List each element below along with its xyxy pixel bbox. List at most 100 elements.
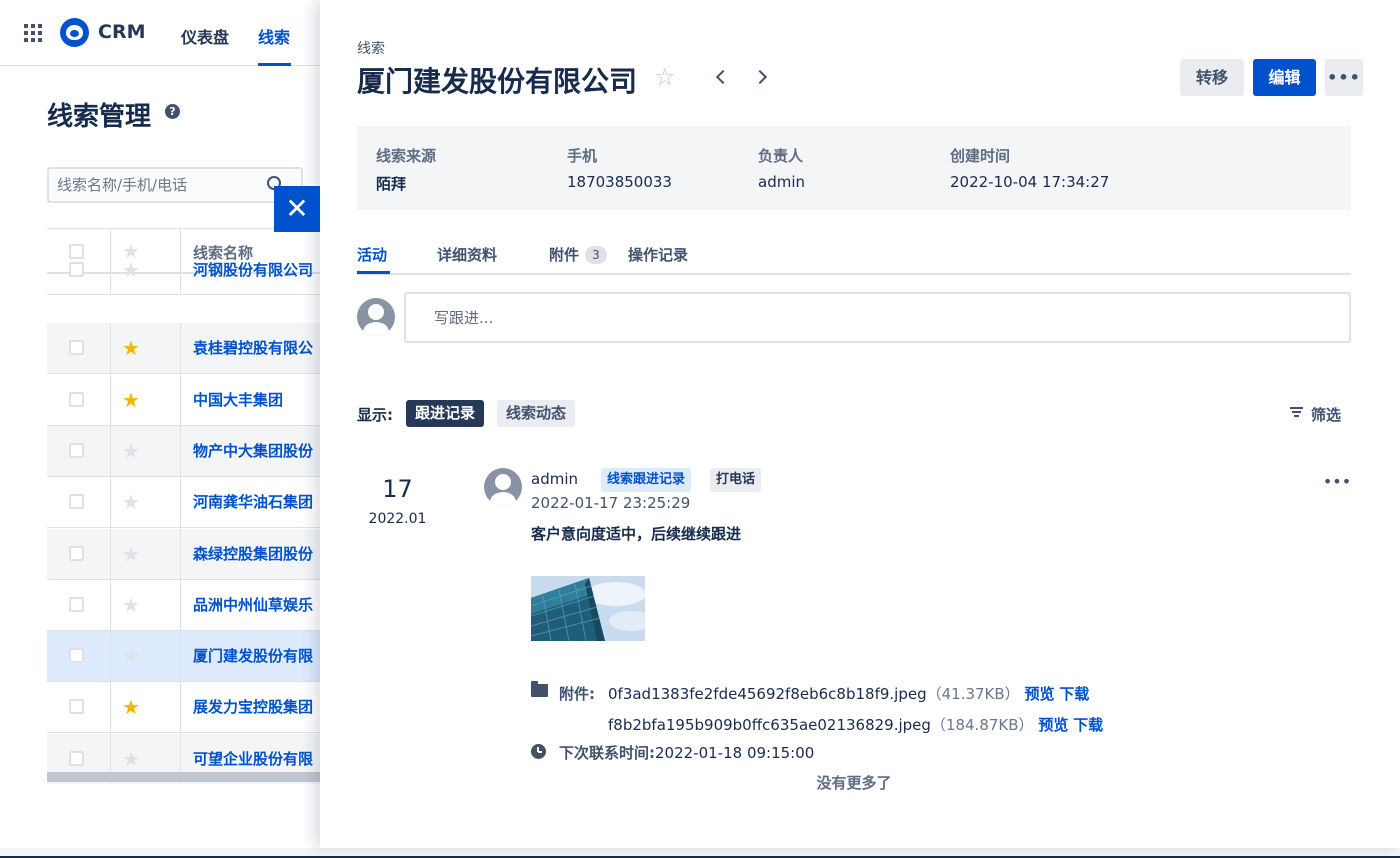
table-row[interactable]: ★ 厦门建发股份有限 bbox=[47, 631, 320, 683]
row-checkbox[interactable] bbox=[69, 494, 84, 510]
lead-name-link[interactable]: 森绿控股集团股份 bbox=[193, 543, 313, 564]
activity-time: 2022-01-17 23:25:29 bbox=[531, 494, 691, 512]
attachment-filename: 0f3ad1383fe2fde45692f8eb6c8b18f9.jpeg bbox=[608, 685, 927, 703]
search-box bbox=[47, 167, 303, 203]
star-outline-icon[interactable]: ★ bbox=[122, 260, 140, 280]
attachment-download-link[interactable]: 下载 bbox=[1073, 716, 1103, 734]
tab-operation-log[interactable]: 操作记录 bbox=[628, 244, 688, 265]
lead-name-link[interactable]: 可望企业股份有限 bbox=[193, 748, 313, 769]
table-row[interactable]: ★ 展发力宝控股集团 bbox=[47, 682, 320, 734]
activity-method-tag: 打电话 bbox=[710, 468, 762, 492]
more-actions-button[interactable]: ••• bbox=[1325, 59, 1363, 96]
row-checkbox[interactable] bbox=[69, 391, 84, 407]
select-all-checkbox[interactable] bbox=[69, 244, 84, 259]
info-label-owner: 负责人 bbox=[758, 147, 804, 165]
table-row[interactable]: ★ 河南龚华油石集团 bbox=[47, 477, 320, 529]
close-drawer-button[interactable]: ✕ bbox=[274, 186, 320, 232]
help-icon[interactable]: ? bbox=[165, 104, 180, 119]
attachments-count-badge: 3 bbox=[585, 246, 607, 264]
lead-name-link[interactable]: 河钢股份有限公司 bbox=[193, 259, 313, 280]
lead-title: 厦门建发股份有限公司 bbox=[357, 65, 638, 98]
transfer-button[interactable]: 转移 bbox=[1180, 59, 1244, 96]
activity-content: 客户意向度适中，后续继续跟进 bbox=[531, 525, 742, 543]
row-checkbox[interactable] bbox=[69, 340, 84, 356]
follow-up-input[interactable] bbox=[434, 309, 1314, 327]
star-filled-icon[interactable]: ★ bbox=[122, 697, 140, 717]
nav-active-indicator bbox=[258, 63, 291, 66]
tab-attachments[interactable]: 附件 bbox=[549, 244, 579, 265]
info-label-source: 线索来源 bbox=[376, 147, 437, 165]
row-checkbox[interactable] bbox=[69, 648, 84, 664]
star-outline-icon[interactable]: ★ bbox=[122, 595, 140, 615]
lead-detail-drawer: 线索 厦门建发股份有限公司 ☆ 转移 编辑 ••• 线索来源 陌拜 手机 187… bbox=[320, 0, 1400, 848]
lead-name-link[interactable]: 展发力宝控股集团 bbox=[193, 696, 313, 717]
row-checkbox[interactable] bbox=[69, 699, 84, 715]
star-outline-icon[interactable]: ★ bbox=[122, 544, 140, 564]
next-contact-value: 2022-01-18 09:15:00 bbox=[655, 744, 815, 762]
activity-user: admin bbox=[531, 470, 578, 488]
lead-name-link[interactable]: 袁桂碧控股有限公 bbox=[193, 337, 313, 358]
attachment-label: 附件: bbox=[559, 685, 595, 703]
close-icon: ✕ bbox=[285, 192, 309, 225]
row-checkbox[interactable] bbox=[69, 262, 84, 277]
next-contact-time: 下次联系时间:2022-01-18 09:15:00 bbox=[559, 742, 814, 763]
row-checkbox[interactable] bbox=[69, 545, 84, 561]
tab-activity[interactable]: 活动 bbox=[357, 244, 387, 265]
filter-lead-updates[interactable]: 线索动态 bbox=[497, 400, 576, 427]
star-outline-icon[interactable]: ★ bbox=[122, 441, 140, 461]
filter-icon[interactable] bbox=[1290, 407, 1303, 417]
attachment-preview-link[interactable]: 预览 bbox=[1038, 716, 1068, 734]
tab-details[interactable]: 详细资料 bbox=[437, 244, 497, 265]
row-checkbox[interactable] bbox=[69, 442, 84, 458]
activity-type-tag: 线索跟进记录 bbox=[601, 468, 692, 492]
info-label-mobile: 手机 bbox=[567, 147, 598, 165]
star-outline-icon[interactable]: ★ bbox=[122, 749, 140, 769]
crm-logo-icon[interactable] bbox=[60, 18, 89, 47]
table-row[interactable]: ★ 袁桂碧控股有限公 bbox=[47, 323, 320, 375]
attachment-item: 0f3ad1383fe2fde45692f8eb6c8b18f9.jpeg（41… bbox=[608, 683, 1089, 704]
star-filled-icon[interactable]: ★ bbox=[122, 338, 140, 358]
table-row[interactable]: ★ 河钢股份有限公司 bbox=[47, 258, 320, 295]
star-outline-icon[interactable]: ★ bbox=[122, 646, 140, 666]
row-checkbox[interactable] bbox=[69, 596, 84, 612]
nav-item-leads[interactable]: 线索 bbox=[258, 24, 290, 48]
attachment-filename: f8b2bfa195b909b0ffc635ae02136829.jpeg bbox=[608, 716, 931, 734]
tab-active-indicator bbox=[357, 271, 390, 274]
info-value-source: 陌拜 bbox=[376, 175, 407, 193]
lead-summary-panel: 线索来源 陌拜 手机 18703850033 负责人 admin 创建时间 20… bbox=[357, 126, 1351, 210]
lead-name-link[interactable]: 物产中大集团股份 bbox=[193, 440, 313, 461]
table-row[interactable]: ★ 品洲中州仙草娱乐 bbox=[47, 579, 320, 631]
attachment-preview-link[interactable]: 预览 bbox=[1024, 685, 1054, 703]
edit-button[interactable]: 编辑 bbox=[1253, 59, 1316, 96]
table-row[interactable]: ★ 森绿控股集团股份 bbox=[47, 528, 320, 580]
search-input[interactable] bbox=[57, 176, 257, 194]
attachment-thumbnail-image[interactable] bbox=[531, 576, 645, 641]
info-value-owner: admin bbox=[758, 173, 805, 191]
table-row[interactable]: ★ 中国大丰集团 bbox=[47, 374, 320, 426]
current-user-avatar bbox=[357, 298, 395, 336]
activity-more-icon[interactable]: ••• bbox=[1320, 472, 1354, 491]
info-value-created: 2022-10-04 17:34:27 bbox=[950, 173, 1110, 191]
lead-name-link[interactable]: 中国大丰集团 bbox=[193, 389, 283, 410]
app-switcher-icon[interactable] bbox=[24, 24, 42, 42]
lead-name-link[interactable]: 河南龚华油石集团 bbox=[193, 491, 313, 512]
row-checkbox[interactable] bbox=[69, 750, 84, 766]
next-lead-icon[interactable] bbox=[752, 69, 768, 85]
breadcrumb[interactable]: 线索 bbox=[357, 38, 385, 58]
lead-name-link[interactable]: 厦门建发股份有限 bbox=[193, 645, 313, 666]
star-outline-icon[interactable]: ★ bbox=[122, 492, 140, 512]
lead-name-link[interactable]: 品洲中州仙草娱乐 bbox=[193, 594, 313, 615]
detail-tabs: 活动 详细资料 附件 3 操作记录 bbox=[357, 236, 1351, 275]
previous-lead-icon[interactable] bbox=[715, 69, 731, 85]
filter-button[interactable]: 筛选 bbox=[1311, 404, 1341, 425]
attachment-download-link[interactable]: 下载 bbox=[1059, 685, 1089, 703]
display-filter-label: 显示: bbox=[357, 406, 393, 424]
favorite-star-icon[interactable]: ☆ bbox=[654, 63, 676, 91]
nav-item-dashboard[interactable]: 仪表盘 bbox=[181, 24, 229, 48]
table-row[interactable]: ★ 物产中大集团股份 bbox=[47, 425, 320, 477]
activity-date-day: 17 bbox=[382, 475, 413, 503]
horizontal-scrollbar[interactable] bbox=[47, 772, 320, 782]
filter-follow-up-records[interactable]: 跟进记录 bbox=[406, 400, 485, 427]
star-filled-icon[interactable]: ★ bbox=[122, 390, 140, 410]
leads-table: ★ 线索名称 ★ 河钢股份有限公司 ★ 袁桂碧控股有限公 ★ 中国大丰集团 ★ 物产中大集团股… bbox=[47, 228, 320, 784]
